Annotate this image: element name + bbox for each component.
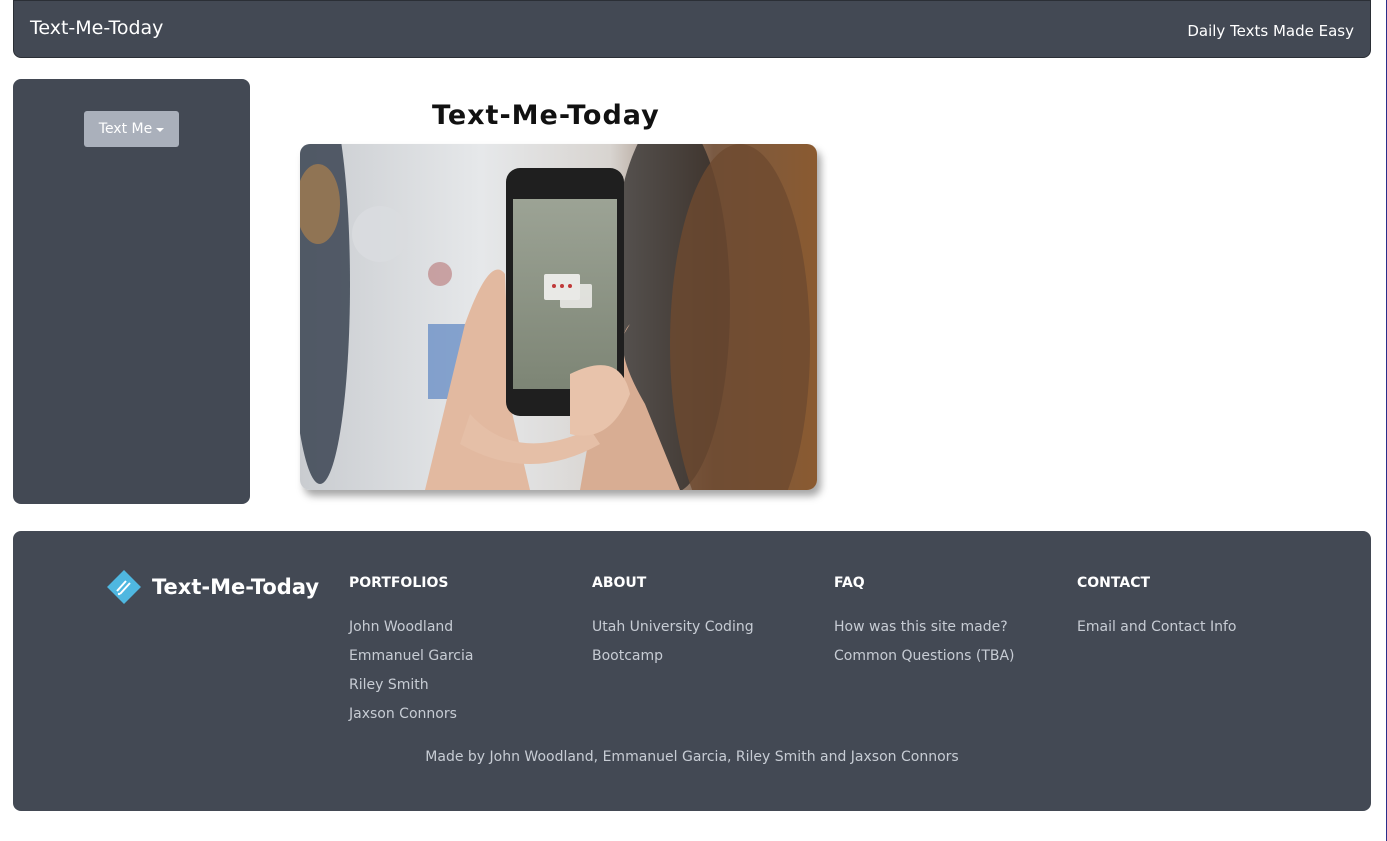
footer-link-jaxson-connors[interactable]: Jaxson Connors — [349, 700, 473, 729]
footer-column-contact: CONTACT Email and Contact Info — [1077, 575, 1237, 642]
footer-brand[interactable]: Text-Me-Today — [106, 569, 319, 605]
footer-column-portfolios: PORTFOLIOS John Woodland Emmanuel Garcia… — [349, 575, 473, 729]
footer-link-john-woodland[interactable]: John Woodland — [349, 613, 473, 642]
sidebar-panel: Text Me — [13, 79, 250, 504]
diamond-logo-icon — [107, 570, 141, 604]
footer-link-common-questions[interactable]: Common Questions (TBA) — [834, 642, 1015, 671]
footer-column-about: ABOUT Utah University Coding Bootcamp — [592, 575, 754, 671]
footer-heading-faq: FAQ — [834, 575, 865, 591]
page-title: Text-Me-Today — [432, 100, 660, 131]
navbar-brand[interactable]: Text-Me-Today — [30, 17, 163, 39]
site-footer: Text-Me-Today PORTFOLIOS John Woodland E… — [13, 531, 1371, 811]
footer-heading-portfolios: PORTFOLIOS — [349, 575, 449, 591]
footer-link-email-contact[interactable]: Email and Contact Info — [1077, 613, 1237, 642]
footer-heading-about: ABOUT — [592, 575, 647, 591]
footer-column-faq: FAQ How was this site made? Common Quest… — [834, 575, 1015, 671]
footer-link-bootcamp[interactable]: Bootcamp — [592, 642, 754, 671]
navbar-tagline: Daily Texts Made Easy — [1187, 22, 1354, 40]
caret-down-icon — [156, 128, 165, 132]
footer-link-how-site-made[interactable]: How was this site made? — [834, 613, 1015, 642]
footer-credits: Made by John Woodland, Emmanuel Garcia, … — [425, 749, 959, 765]
text-me-dropdown-button[interactable]: Text Me — [84, 111, 179, 147]
footer-link-utah-university-coding[interactable]: Utah University Coding — [592, 613, 754, 642]
footer-heading-contact: CONTACT — [1077, 575, 1151, 591]
top-navbar: Text-Me-Today Daily Texts Made Easy — [13, 0, 1371, 58]
footer-link-riley-smith[interactable]: Riley Smith — [349, 671, 473, 700]
text-me-button-label: Text Me — [98, 121, 153, 137]
footer-brand-label: Text-Me-Today — [152, 575, 320, 599]
footer-link-emmanuel-garcia[interactable]: Emmanuel Garcia — [349, 642, 473, 671]
hero-phone-image — [300, 144, 817, 490]
